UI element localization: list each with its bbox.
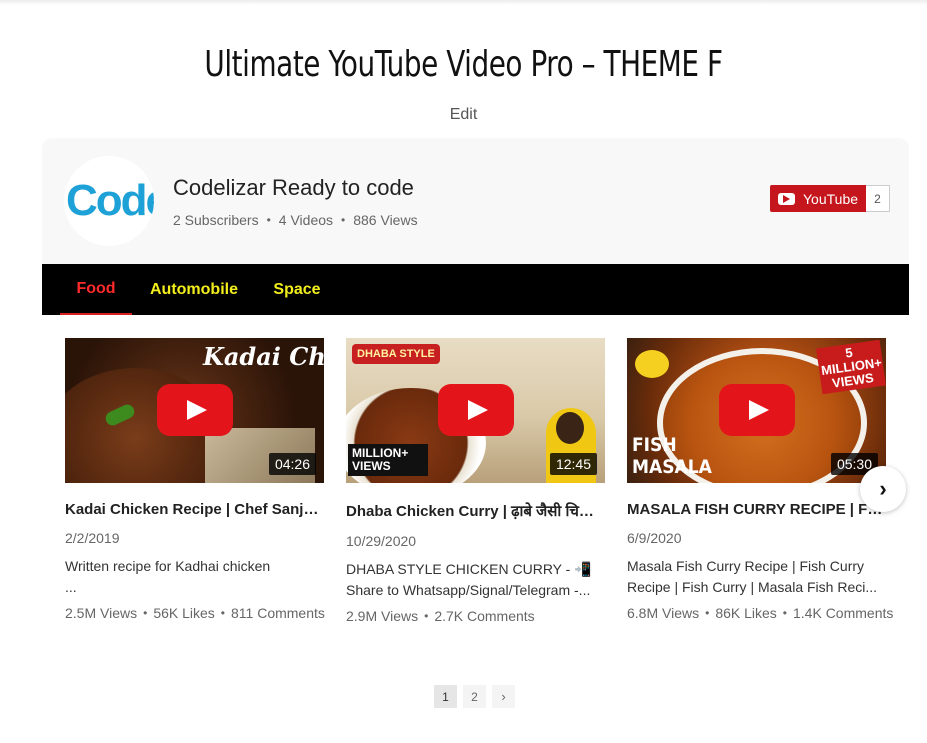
tab-space[interactable]: Space (264, 264, 330, 315)
video-stats: 6.8M Views • 86K Likes • 1.4K Comments (627, 605, 893, 621)
description-line: Masala Fish Curry Recipe | Fish Curry (627, 558, 865, 574)
video-thumbnail[interactable]: FISH MASALA 5 MILLION+ VIEWS 05:30 (627, 338, 886, 483)
video-count: 4 Videos (278, 212, 334, 228)
video-description: Written recipe for Kadhai chicken ... (65, 556, 324, 598)
separator-dot: • (424, 609, 429, 623)
video-thumbnail[interactable]: DHABA STYLE MILLION+ VIEWS 12:45 (346, 338, 605, 483)
subscriber-count: 2 Subscribers (173, 212, 259, 228)
video-views: 2.9M Views (346, 608, 419, 624)
video-likes: 56K Likes (153, 605, 215, 621)
video-date: 6/9/2020 (627, 530, 682, 546)
video-card[interactable]: Kadai Chicken 04:26 Kadai Chicken Recipe… (65, 338, 325, 621)
thumbnail-overlay-text-2: 5 MILLION+ VIEWS (816, 339, 886, 395)
description-line: ... (65, 579, 77, 595)
thumbnail-overlay-text-2: MILLION+ VIEWS (348, 444, 428, 476)
tab-automobile[interactable]: Automobile (144, 264, 244, 315)
play-icon[interactable] (719, 384, 795, 436)
separator-dot: • (143, 606, 148, 620)
description-line: Written recipe for Kadhai chicken (65, 558, 271, 574)
play-icon[interactable] (438, 384, 514, 436)
separator-dot: • (341, 213, 346, 227)
channel-stats: 2 Subscribers • 4 Videos • 886 Views (173, 212, 418, 228)
thumbnail-overlay-text: FISH MASALA (632, 434, 712, 478)
subscribe-label: YouTube (803, 190, 859, 207)
tab-food[interactable]: Food (60, 264, 132, 315)
page-button-2[interactable]: 2 (463, 685, 486, 708)
subscribe-button[interactable]: YouTube (770, 185, 867, 212)
page-next-button[interactable]: › (492, 685, 515, 708)
separator-dot: • (782, 606, 787, 620)
chevron-right-icon: › (879, 476, 887, 501)
description-line: Recipe | Fish Curry | Masala Fish Reci..… (627, 579, 878, 595)
page-button-1[interactable]: 1 (434, 685, 457, 708)
video-date: 2/2/2019 (65, 530, 120, 546)
channel-header: Code Codelizar Ready to code 2 Subscribe… (42, 138, 909, 264)
view-count: 886 Views (353, 212, 418, 228)
subscribe-count: 2 (866, 185, 891, 212)
video-thumbnail[interactable]: Kadai Chicken 04:26 (65, 338, 324, 483)
playlist-tabs: Food Automobile Space (42, 264, 909, 315)
video-title[interactable]: MASALA FISH CURRY RECIPE | FISH CURRY (627, 501, 886, 518)
channel-name[interactable]: Codelizar Ready to code (173, 175, 414, 201)
video-comments: 811 Comments (231, 605, 325, 621)
chevron-right-icon: › (501, 689, 506, 704)
thumbnail-overlay-text: Kadai Chicken (203, 342, 324, 371)
video-stats: 2.5M Views • 56K Likes • 811 Comments (65, 605, 325, 621)
top-divider (0, 0, 927, 5)
carousel-next-button[interactable]: › (860, 466, 906, 512)
pagination: 1 2 › (434, 685, 515, 708)
video-date: 10/29/2020 (346, 533, 417, 549)
video-comments: 1.4K Comments (793, 605, 894, 621)
channel-avatar[interactable]: Code (64, 156, 154, 246)
description-line: DHABA STYLE CHICKEN CURRY - 📲 (346, 561, 592, 577)
avatar-logo-text: Code (66, 176, 154, 225)
video-stats: 2.9M Views • 2.7K Comments (346, 608, 605, 624)
youtube-subscribe[interactable]: YouTube 2 (770, 185, 891, 212)
video-card[interactable]: DHABA STYLE MILLION+ VIEWS 12:45 Dhaba C… (346, 338, 605, 624)
edit-link[interactable]: Edit (0, 106, 927, 124)
video-title[interactable]: Dhaba Chicken Curry | ढ़ाबे जैसी चिकन कर… (346, 501, 605, 521)
youtube-icon (778, 192, 795, 205)
video-views: 2.5M Views (65, 605, 138, 621)
video-description: Masala Fish Curry Recipe | Fish Curry Re… (627, 556, 886, 598)
description-line: Share to Whatsapp/Signal/Telegram -... (346, 582, 591, 598)
page-title: Ultimate YouTube Video Pro – THEME F (204, 44, 723, 85)
video-comments: 2.7K Comments (434, 608, 535, 624)
play-icon[interactable] (157, 384, 233, 436)
separator-dot: • (220, 606, 225, 620)
separator-dot: • (266, 213, 271, 227)
video-duration: 04:26 (268, 453, 316, 475)
video-likes: 86K Likes (715, 605, 777, 621)
video-title[interactable]: Kadai Chicken Recipe | Chef Sanjyot Keer (65, 501, 324, 518)
separator-dot: • (705, 606, 710, 620)
video-card[interactable]: FISH MASALA 5 MILLION+ VIEWS 05:30 MASAL… (627, 338, 893, 621)
video-views: 6.8M Views (627, 605, 700, 621)
video-duration: 12:45 (549, 453, 597, 475)
thumbnail-overlay-text: DHABA STYLE (352, 344, 440, 364)
video-description: DHABA STYLE CHICKEN CURRY - 📲 Share to W… (346, 559, 605, 601)
